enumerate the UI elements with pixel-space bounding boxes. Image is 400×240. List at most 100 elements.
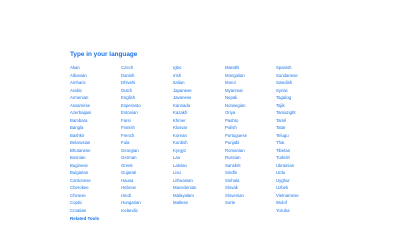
language-link[interactable]: Assamese: [70, 102, 122, 110]
language-link[interactable]: Uzbek: [276, 184, 328, 192]
language-link[interactable]: Tamil: [276, 117, 328, 125]
language-link[interactable]: Hausa: [121, 177, 173, 185]
language-link[interactable]: Mongolian: [225, 72, 277, 80]
language-link[interactable]: English: [121, 94, 173, 102]
language-link[interactable]: Azerbaijani: [70, 109, 122, 117]
language-link[interactable]: Punjabi: [225, 139, 277, 147]
language-link[interactable]: Turkish: [276, 154, 328, 162]
language-link[interactable]: Bangla: [70, 124, 122, 132]
language-link[interactable]: Moroi: [225, 79, 277, 87]
language-link[interactable]: Tibetan: [276, 147, 328, 155]
language-link[interactable]: Syriac: [276, 87, 328, 95]
language-link[interactable]: Maltese: [173, 199, 225, 207]
language-link[interactable]: Macedonian: [173, 184, 225, 192]
language-link[interactable]: Igbo: [173, 64, 225, 72]
language-link[interactable]: Russian: [225, 154, 277, 162]
language-link[interactable]: Chinese: [70, 192, 122, 200]
language-link[interactable]: Esperanto: [121, 102, 173, 110]
language-link[interactable]: Malayalam: [173, 192, 225, 200]
language-link[interactable]: German: [121, 154, 173, 162]
language-link[interactable]: Marathi: [225, 64, 277, 72]
language-link[interactable]: Norwegian: [225, 102, 277, 110]
language-link[interactable]: Akan: [70, 64, 122, 72]
language-link[interactable]: Tamazight: [276, 109, 328, 117]
language-link[interactable]: Czech: [121, 64, 173, 72]
language-link[interactable]: Thai: [276, 139, 328, 147]
language-link[interactable]: Yoruba: [276, 207, 328, 215]
language-link[interactable]: Lao: [173, 154, 225, 162]
language-link[interactable]: Romanian: [225, 147, 277, 155]
language-link[interactable]: Bambara: [70, 117, 122, 125]
language-link[interactable]: Hungarian: [121, 199, 173, 207]
language-link[interactable]: Farsi: [121, 117, 173, 125]
language-link[interactable]: Gujarati: [121, 169, 173, 177]
language-link[interactable]: Cantonese: [70, 177, 122, 185]
language-link[interactable]: Dhivehi: [121, 79, 173, 87]
language-link[interactable]: Tagalog: [276, 94, 328, 102]
language-link[interactable]: Myanmar: [225, 87, 277, 95]
language-link[interactable]: Kazakh: [173, 109, 225, 117]
language-link[interactable]: Lithuanian: [173, 177, 225, 185]
language-link[interactable]: Hebrew: [121, 184, 173, 192]
language-link[interactable]: Hindi: [121, 192, 173, 200]
language-link[interactable]: Amharic: [70, 79, 122, 87]
language-link[interactable]: Nepali: [225, 94, 277, 102]
language-link[interactable]: Uyghur: [276, 177, 328, 185]
language-link[interactable]: Irish: [173, 72, 225, 80]
language-link[interactable]: Slovenian: [225, 192, 277, 200]
language-link[interactable]: Estonian: [121, 109, 173, 117]
language-link[interactable]: Sinhala: [225, 177, 277, 185]
language-link[interactable]: Armenian: [70, 94, 122, 102]
language-link[interactable]: Pashto: [225, 117, 277, 125]
language-link[interactable]: Croatian: [70, 207, 122, 215]
language-link[interactable]: Italian: [173, 79, 225, 87]
language-link[interactable]: Klosvar: [173, 124, 225, 132]
language-link[interactable]: Dutch: [121, 87, 173, 95]
language-link[interactable]: Belarusian: [70, 139, 122, 147]
language-link[interactable]: Swedish: [276, 79, 328, 87]
language-link[interactable]: Sorte: [225, 199, 277, 207]
language-link[interactable]: Kyrgyz: [173, 147, 225, 155]
language-link[interactable]: Javanese: [173, 94, 225, 102]
language-link[interactable]: Icelandic: [121, 207, 173, 215]
language-link[interactable]: Arabic: [70, 87, 122, 95]
language-link[interactable]: Georgian: [121, 147, 173, 155]
language-link[interactable]: Korean: [173, 132, 225, 140]
language-link[interactable]: Japanese: [173, 87, 225, 95]
language-link[interactable]: Telugu: [276, 132, 328, 140]
language-link[interactable]: Latvian: [173, 162, 225, 170]
language-link[interactable]: Sundanese: [276, 72, 328, 80]
language-link[interactable]: Greek: [121, 162, 173, 170]
language-link[interactable]: Polish: [225, 124, 277, 132]
language-link[interactable]: Oriya: [225, 109, 277, 117]
language-link[interactable]: Finnish: [121, 124, 173, 132]
language-link[interactable]: Coptic: [70, 199, 122, 207]
language-link[interactable]: Kurdish: [173, 139, 225, 147]
language-link[interactable]: Tajik: [276, 102, 328, 110]
language-link[interactable]: Ukrainian: [276, 162, 328, 170]
language-link[interactable]: Cherokee: [70, 184, 122, 192]
language-link[interactable]: Bhutanese: [70, 147, 122, 155]
language-link[interactable]: Portuguese: [225, 132, 277, 140]
language-link[interactable]: Vietnamese: [276, 192, 328, 200]
language-link[interactable]: Wolof: [276, 199, 328, 207]
language-link[interactable]: Tatar: [276, 124, 328, 132]
language-link[interactable]: Bosnian: [70, 154, 122, 162]
language-link[interactable]: Spanish: [276, 64, 328, 72]
language-link[interactable]: Lisu: [173, 169, 225, 177]
language-link[interactable]: Albanian: [70, 72, 122, 80]
language-link[interactable]: Urdu: [276, 169, 328, 177]
page: Type in your language Akan Albanian Amhari…: [0, 0, 400, 225]
language-link[interactable]: Fula: [121, 139, 173, 147]
language-link[interactable]: Slovak: [225, 184, 277, 192]
language-link[interactable]: Sanskrit: [225, 162, 277, 170]
language-link[interactable]: Khmer: [173, 117, 225, 125]
language-link[interactable]: French: [121, 132, 173, 140]
language-link[interactable]: Bulgarian: [70, 169, 122, 177]
language-link[interactable]: Danish: [121, 72, 173, 80]
language-link[interactable]: Bashkir: [70, 132, 122, 140]
related-tools-link[interactable]: Related Tools: [70, 216, 99, 222]
language-link[interactable]: Kannada: [173, 102, 225, 110]
language-link[interactable]: Buginese: [70, 162, 122, 170]
language-link[interactable]: Sindhi: [225, 169, 277, 177]
